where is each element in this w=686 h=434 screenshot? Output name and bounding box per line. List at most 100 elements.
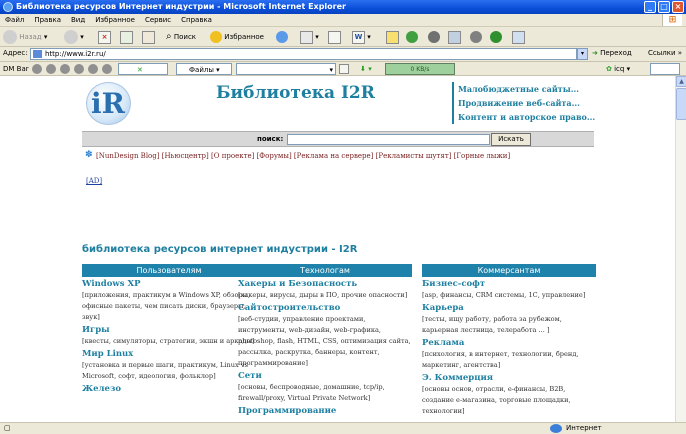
window-title: Библиотека ресурсов Интернет индустрии -…: [16, 2, 346, 11]
promo-link[interactable]: Контент и авторское право...: [458, 110, 595, 124]
category-link[interactable]: Игры: [82, 325, 256, 336]
category-link[interactable]: Бизнес-софт: [422, 279, 596, 290]
maximize-button[interactable]: □: [658, 1, 670, 13]
addon-button-4[interactable]: [490, 29, 502, 45]
category-link[interactable]: Карьера: [422, 303, 596, 314]
site-search-input[interactable]: [287, 134, 490, 145]
dmbar-button-5[interactable]: [88, 63, 98, 75]
menu-bar: Файл Правка Вид Избранное Сервис Справка ⊞: [0, 14, 686, 27]
dmbar-label: DM Bar: [3, 65, 29, 73]
category-link[interactable]: Э. Коммерция: [422, 373, 596, 384]
dmbar-search-button[interactable]: [339, 63, 349, 75]
home-button[interactable]: [142, 29, 155, 45]
nav-links: [NunDesign Blog] [Ньюсцентр] [О проекте]…: [96, 152, 510, 160]
forward-button[interactable]: ▾: [64, 29, 84, 45]
category-desc: [квесты, симуляторы, стратегии, экшн и а…: [82, 337, 255, 345]
files-select[interactable]: Файлы ▾: [176, 63, 232, 75]
site-logo[interactable]: iR: [86, 82, 131, 125]
dm-bar: DM Bar ✕ Файлы ▾ ▾ ⬇ ▾ 0 KB/s ✿ icq ▾: [0, 62, 686, 76]
nav-link[interactable]: [О проекте]: [211, 152, 254, 160]
dmbar-button-2[interactable]: [46, 63, 56, 75]
forward-arrow-icon: [64, 30, 78, 44]
edit-button[interactable]: W ▾: [352, 29, 371, 45]
category-link[interactable]: Сайтостроительство: [238, 303, 412, 314]
links-button[interactable]: Ссылки »: [648, 49, 682, 57]
favorites-button[interactable]: Избранное: [210, 29, 264, 45]
dmbar-button-4[interactable]: [74, 63, 84, 75]
minimize-button[interactable]: _: [644, 1, 656, 13]
nav-link[interactable]: [Форумы]: [257, 152, 292, 160]
category-desc: [хакеры, вирусы, дыры в ПО, прочие опасн…: [238, 291, 408, 299]
dmbar-input[interactable]: ▾: [236, 63, 336, 75]
close-button[interactable]: ×: [672, 1, 684, 13]
media-button[interactable]: [276, 29, 288, 45]
discuss-button[interactable]: [386, 29, 399, 45]
print-button[interactable]: [328, 29, 341, 45]
dmbar-button-6[interactable]: [102, 63, 112, 75]
address-dropdown-button[interactable]: ▾: [577, 48, 588, 60]
nav-link[interactable]: [Горные лыжи]: [454, 152, 511, 160]
menu-view[interactable]: Вид: [66, 14, 90, 27]
back-button[interactable]: Назад ▾: [3, 29, 47, 45]
search-icon: [339, 64, 349, 74]
star-icon: [210, 31, 222, 43]
print-icon: [328, 30, 341, 44]
site-search-button[interactable]: Искать: [491, 133, 531, 146]
dmbar-button-3[interactable]: [60, 63, 70, 75]
stop-icon: ×: [98, 30, 111, 44]
addon-button-5[interactable]: [512, 29, 525, 45]
search-icon: ⌕: [166, 31, 172, 42]
category-link[interactable]: Программирование: [238, 406, 412, 417]
nav-link[interactable]: [Реклама на сервере]: [294, 152, 373, 160]
category-desc: [тесты, ищу работу, работа за рубежом, к…: [422, 315, 562, 334]
category-link[interactable]: Мир Linux: [82, 349, 256, 360]
internet-zone-icon: [550, 424, 562, 433]
menu-file[interactable]: Файл: [0, 14, 29, 27]
scroll-thumb[interactable]: [676, 88, 686, 120]
menu-favorites[interactable]: Избранное: [90, 14, 140, 27]
search-button[interactable]: ⌕ Поиск: [166, 29, 196, 45]
category-link[interactable]: Реклама: [422, 338, 596, 349]
ad-link[interactable]: [AD]: [86, 177, 102, 185]
page-viewport: iR Библиотека I2R Малобюджетные сайты...…: [0, 76, 675, 422]
speed-meter: 0 KB/s: [385, 63, 455, 75]
promo-links: Малобюджетные сайты... Продвижение веб-с…: [452, 82, 595, 124]
promo-link[interactable]: Продвижение веб-сайта...: [458, 96, 592, 110]
messenger-button[interactable]: [406, 29, 418, 45]
menu-tools[interactable]: Сервис: [140, 14, 176, 27]
category-link[interactable]: Железо: [82, 384, 256, 395]
vertical-scrollbar[interactable]: ▲: [675, 76, 686, 422]
nav-link[interactable]: [Рекламисты шутят]: [376, 152, 452, 160]
address-bar: Адрес: http://www.i2r.ru/ ▾ ➜ Переход Сс…: [0, 47, 686, 62]
addon-icon: [512, 30, 525, 44]
back-arrow-icon: [3, 30, 17, 44]
address-input[interactable]: http://www.i2r.ru/: [30, 48, 577, 60]
icq-button[interactable]: ✿ icq ▾: [606, 63, 630, 75]
category-link[interactable]: Windows XP: [82, 279, 256, 290]
column-business: Коммерсантам Бизнес-софт [asp, финансы, …: [422, 264, 596, 417]
icq-input[interactable]: [650, 63, 680, 75]
scroll-up-icon[interactable]: ▲: [676, 76, 686, 87]
addon-button-1[interactable]: [428, 29, 440, 45]
promo-link[interactable]: Малобюджетные сайты...: [458, 82, 592, 96]
category-link[interactable]: Сети: [238, 371, 412, 382]
nav-link[interactable]: [Ньюсцентр]: [162, 152, 209, 160]
mail-button[interactable]: ▾: [300, 29, 319, 45]
addon-button-2[interactable]: [448, 29, 461, 45]
nav-link[interactable]: [NunDesign Blog]: [96, 152, 159, 160]
menu-edit[interactable]: Правка: [29, 14, 66, 27]
addon-button-3[interactable]: [470, 29, 482, 45]
status-bar: ▢ Интернет: [0, 422, 686, 434]
library-heading: библиотека ресурсов интернет индустрии -…: [82, 244, 358, 255]
ie-icon: [3, 2, 13, 12]
go-button[interactable]: ➜ Переход: [592, 49, 632, 57]
title-bar: Библиотека ресурсов Интернет индустрии -…: [0, 0, 686, 14]
category-link[interactable]: Хакеры и Безопасность: [238, 279, 412, 290]
icq-flower-icon: ✿: [606, 65, 612, 73]
refresh-button[interactable]: [120, 29, 133, 45]
download-button[interactable]: ⬇ ▾: [360, 63, 372, 75]
category-desc: [психология, в интернет, технологии, бре…: [422, 350, 579, 369]
stop-button[interactable]: ×: [98, 29, 111, 45]
menu-help[interactable]: Справка: [176, 14, 217, 27]
dmbar-button-1[interactable]: [32, 63, 42, 75]
